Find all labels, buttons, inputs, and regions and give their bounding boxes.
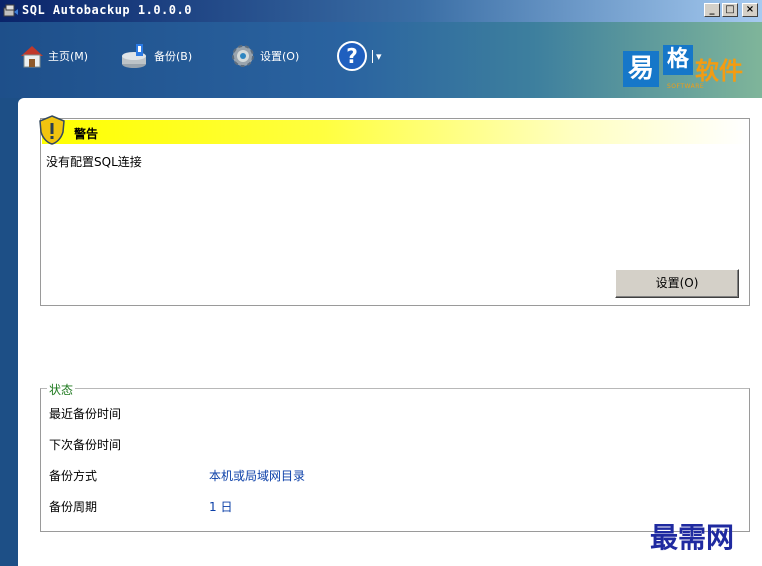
warning-shield-icon [39,115,65,145]
svg-text:?: ? [346,44,358,68]
backup-button[interactable]: 备份(B) [120,40,192,72]
toolbar: 主页(M) 备份(B) 设置(O) ? ▾ 易 格 软件 SOFTWARE [0,22,762,98]
home-label: 主页(M) [48,50,89,63]
backup-period-label: 备份周期 [49,500,98,514]
window-title: SQL Autobackup 1.0.0.0 [22,3,192,17]
backup-label: 备份(B) [154,50,193,63]
title-bar: SQL Autobackup 1.0.0.0 _ □ × [0,0,762,22]
app-icon [3,4,18,17]
logo-char-2: 格 [663,45,693,75]
settings-button[interactable]: 设置(O) [228,40,299,72]
next-backup-label: 下次备份时间 [49,438,122,452]
logo-brand: 软件 [695,57,743,85]
watermark: 最需网 [650,521,735,554]
configure-button[interactable]: 设置(O) [615,269,739,298]
help-icon: ? [337,41,367,71]
status-legend: 状态 [47,381,76,398]
help-dropdown-arrow[interactable]: ▾ [372,49,382,63]
warning-title: 警告 [74,127,99,141]
settings-label: 设置(O) [260,50,300,63]
maximize-button[interactable]: □ [722,3,738,17]
logo-sub: SOFTWARE [667,83,705,90]
warning-bar: 警告 [39,115,748,145]
close-button[interactable]: × [742,3,758,17]
help-button[interactable]: ? ▾ [336,40,382,72]
backup-icon [122,44,146,68]
brand-logo: 易 格 软件 SOFTWARE [621,45,749,95]
status-group: 状态 最近备份时间 下次备份时间 备份方式 本机或局域网目录 备份周期 1 日 [40,381,750,532]
logo-char-1: 易 [623,51,659,87]
warning-panel: 警告 没有配置SQL连接 设置(O) [39,115,750,306]
warning-message: 没有配置SQL连接 [46,155,142,169]
home-button[interactable]: 主页(M) [18,40,88,72]
minimize-button[interactable]: _ [704,3,720,17]
home-icon [21,46,43,68]
backup-method-label: 备份方式 [49,469,98,483]
backup-method-value: 本机或局域网目录 [209,469,306,483]
main-panel: 警告 没有配置SQL连接 设置(O) 状态 最近备份时间 下次备份时间 备份方式… [18,98,762,566]
backup-period-value: 1 日 [209,500,233,514]
gear-icon [232,45,254,67]
last-backup-label: 最近备份时间 [49,407,122,421]
